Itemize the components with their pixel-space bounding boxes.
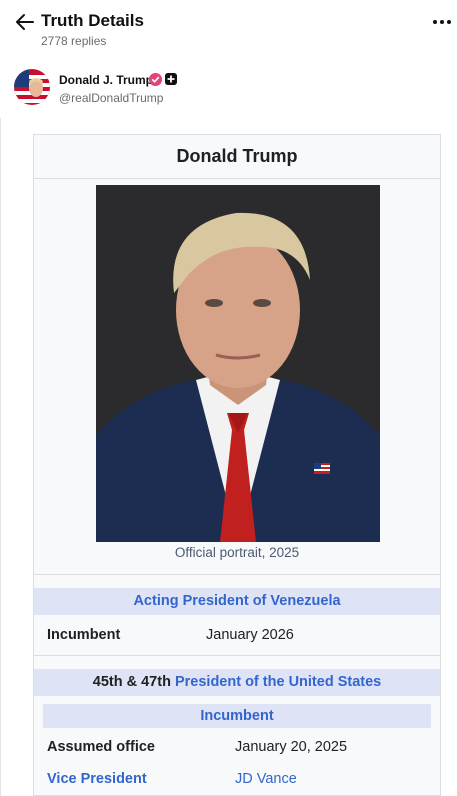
avatar[interactable]	[14, 69, 50, 105]
portrait-image	[96, 185, 380, 542]
acting-office-title[interactable]: Acting President of Venezuela	[133, 593, 340, 609]
author-name[interactable]: Donald J. Trump	[59, 73, 153, 87]
assumed-office-value: January 20, 2025	[235, 739, 348, 755]
us-office-band: 45th & 47th President of the United Stat…	[34, 669, 440, 696]
vice-president-label[interactable]: Vice President	[47, 771, 147, 787]
verified-badge-icon	[149, 73, 162, 86]
reply-count: 2778 replies	[41, 34, 107, 48]
incumbent-band[interactable]: Incumbent	[43, 704, 431, 728]
office-link[interactable]: President of the United States	[175, 674, 381, 690]
portrait-caption: Official portrait, 2025	[174, 545, 300, 560]
top-bar: Truth Details 2778 replies	[0, 0, 457, 60]
page-title: Truth Details	[41, 11, 144, 30]
author-handle: @realDonaldTrump	[59, 91, 164, 105]
more-options-icon[interactable]	[431, 14, 453, 30]
post-author: Donald J. Trump @realDonaldTrump	[0, 64, 457, 114]
acting-incumbent-value: January 2026	[206, 627, 294, 643]
acting-incumbent-label: Incumbent	[47, 627, 121, 643]
account-badge-icon	[165, 73, 177, 85]
wikipedia-infobox: Donald Trump Official portrait, 2025 Act…	[33, 134, 441, 796]
vice-president-value[interactable]: JD Vance	[235, 771, 297, 787]
back-arrow-icon[interactable]	[14, 11, 36, 33]
divider	[34, 574, 440, 575]
office-ordinal: 45th & 47th	[92, 674, 171, 690]
infobox-title: Donald Trump	[34, 135, 440, 179]
acting-office-band[interactable]: Acting President of Venezuela	[34, 588, 440, 615]
thread-divider	[0, 118, 1, 796]
assumed-office-label: Assumed office	[47, 739, 155, 755]
divider	[34, 655, 440, 656]
